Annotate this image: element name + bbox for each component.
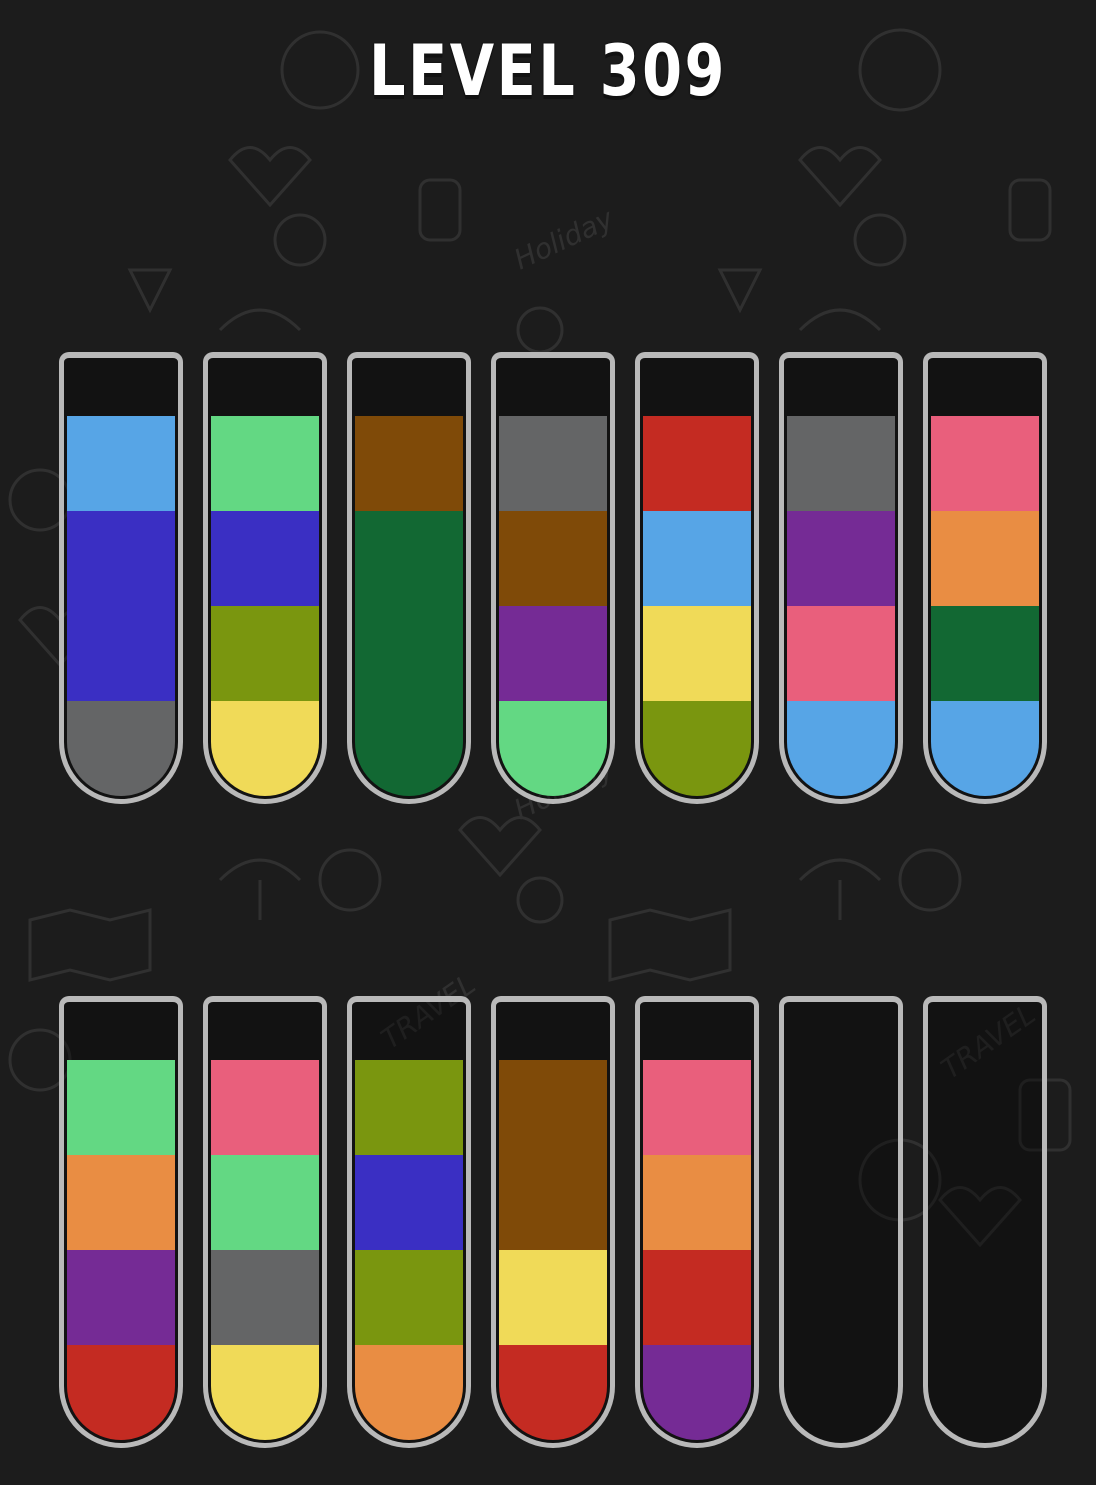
tube-liquid-area <box>931 1005 1039 1440</box>
liquid-layer-yellow <box>211 1345 319 1440</box>
liquid-layer-dark-green <box>355 606 463 701</box>
liquid-layer-olive <box>355 1250 463 1345</box>
liquid-layer-light-blue <box>787 701 895 796</box>
liquid-layer-gray <box>211 1250 319 1345</box>
liquid-layer-light-green <box>499 701 607 796</box>
tube-liquid-area <box>211 1005 319 1440</box>
liquid-layer-yellow <box>499 1250 607 1345</box>
liquid-layer-dark-blue <box>211 511 319 606</box>
liquid-layer-light-green <box>67 1060 175 1155</box>
tube-1-7[interactable] <box>923 352 1047 804</box>
liquid-layer-light-green <box>211 1155 319 1250</box>
liquid-layer-orange <box>67 1155 175 1250</box>
tube-liquid-area <box>67 1005 175 1440</box>
tube-1-6[interactable] <box>779 352 903 804</box>
liquid-layer-brown <box>499 1060 607 1155</box>
liquid-layer-red <box>499 1345 607 1440</box>
liquid-layer-light-green <box>211 416 319 511</box>
tube-liquid-area <box>211 361 319 796</box>
tube-row-1 <box>0 352 1096 804</box>
tube-2-5[interactable] <box>635 996 759 1448</box>
liquid-layer-olive <box>211 606 319 701</box>
tube-liquid-area <box>355 361 463 796</box>
liquid-layer-yellow <box>643 606 751 701</box>
liquid-layer-dark-green <box>355 701 463 796</box>
liquid-layer-olive <box>643 701 751 796</box>
liquid-layer-gray <box>67 701 175 796</box>
liquid-layer-dark-blue <box>67 511 175 606</box>
liquid-layer-light-blue <box>643 511 751 606</box>
tube-1-5[interactable] <box>635 352 759 804</box>
tube-liquid-area <box>67 361 175 796</box>
liquid-layer-purple <box>499 606 607 701</box>
tube-liquid-area <box>643 1005 751 1440</box>
liquid-layer-red <box>643 1250 751 1345</box>
liquid-layer-light-blue <box>67 416 175 511</box>
liquid-layer-gray <box>499 416 607 511</box>
tube-1-1[interactable] <box>59 352 183 804</box>
tube-2-1[interactable] <box>59 996 183 1448</box>
tube-liquid-area <box>355 1005 463 1440</box>
tube-2-6[interactable] <box>779 996 903 1448</box>
tube-liquid-area <box>787 1005 895 1440</box>
liquid-layer-light-blue <box>931 701 1039 796</box>
tube-liquid-area <box>499 1005 607 1440</box>
liquid-layer-purple <box>67 1250 175 1345</box>
liquid-layer-red <box>67 1345 175 1440</box>
tube-1-4[interactable] <box>491 352 615 804</box>
tube-1-3[interactable] <box>347 352 471 804</box>
liquid-layer-olive <box>355 1060 463 1155</box>
liquid-layer-purple <box>787 511 895 606</box>
tube-row-2 <box>0 996 1096 1448</box>
liquid-layer-brown <box>499 1155 607 1250</box>
tube-liquid-area <box>643 361 751 796</box>
tube-2-4[interactable] <box>491 996 615 1448</box>
tube-liquid-area <box>931 361 1039 796</box>
liquid-layer-orange <box>931 511 1039 606</box>
liquid-layer-pink <box>931 416 1039 511</box>
tube-liquid-area <box>787 361 895 796</box>
liquid-layer-orange <box>355 1345 463 1440</box>
liquid-layer-pink <box>787 606 895 701</box>
liquid-layer-brown <box>499 511 607 606</box>
liquid-layer-purple <box>643 1345 751 1440</box>
liquid-layer-red <box>643 416 751 511</box>
tube-2-2[interactable] <box>203 996 327 1448</box>
doodle-word-holiday: Holiday <box>509 202 619 277</box>
liquid-layer-dark-blue <box>355 1155 463 1250</box>
liquid-layer-orange <box>643 1155 751 1250</box>
tube-2-3[interactable] <box>347 996 471 1448</box>
tube-liquid-area <box>499 361 607 796</box>
liquid-layer-pink <box>211 1060 319 1155</box>
liquid-layer-dark-green <box>355 511 463 606</box>
liquid-layer-pink <box>643 1060 751 1155</box>
liquid-layer-brown <box>355 416 463 511</box>
liquid-layer-dark-blue <box>67 606 175 701</box>
liquid-layer-dark-green <box>931 606 1039 701</box>
liquid-layer-yellow <box>211 701 319 796</box>
tube-1-2[interactable] <box>203 352 327 804</box>
level-title: LEVEL 309 <box>369 30 727 112</box>
liquid-layer-gray <box>787 416 895 511</box>
tube-2-7[interactable] <box>923 996 1047 1448</box>
